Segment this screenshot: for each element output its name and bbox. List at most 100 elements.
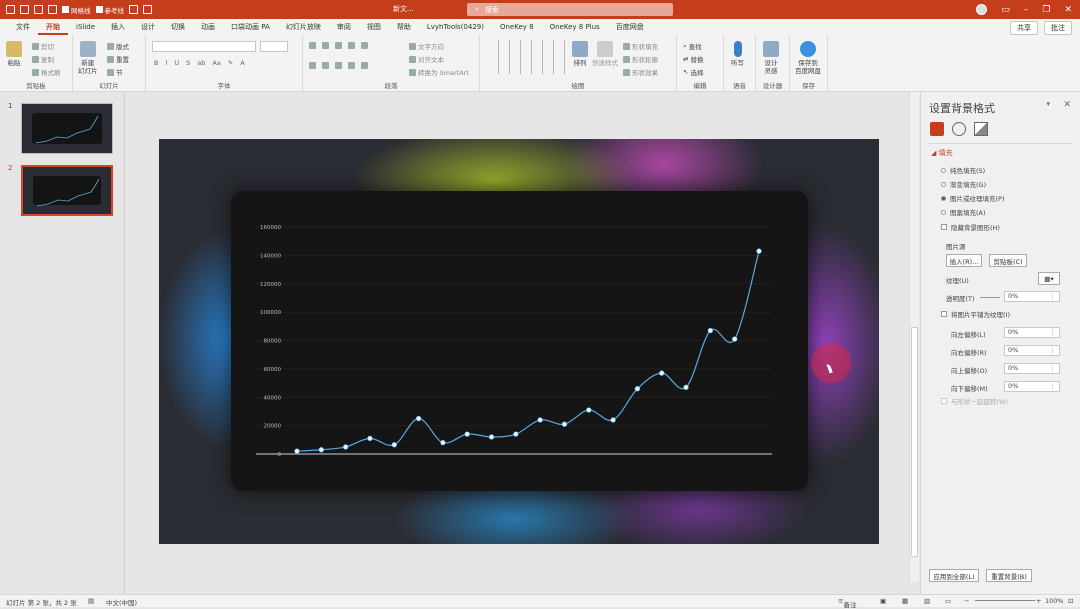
- find-button[interactable]: ⌕ 查找: [683, 41, 702, 52]
- apply-to-all-button[interactable]: 应用到全部(L): [929, 569, 979, 582]
- save-baidu-button[interactable]: 保存到 百度网盘: [795, 41, 821, 75]
- align-right-icon[interactable]: [335, 62, 342, 69]
- zoom-out-icon[interactable]: −: [964, 597, 969, 605]
- slide-thumbnail-2[interactable]: [21, 165, 113, 216]
- offset-input[interactable]: 0%: [1004, 327, 1060, 338]
- slide-thumbnail-1[interactable]: [21, 103, 113, 154]
- fill-icon[interactable]: [930, 122, 944, 136]
- fill-option-0[interactable]: 纯色填充(S): [941, 165, 985, 175]
- fill-option-1[interactable]: 渐变填充(G): [941, 179, 986, 189]
- tab-9[interactable]: 审阅: [329, 19, 359, 35]
- close-icon[interactable]: ✕: [1064, 5, 1072, 15]
- tab-2[interactable]: iSlide: [68, 19, 103, 35]
- font-size-select[interactable]: [260, 41, 288, 52]
- underline-icon[interactable]: U: [174, 59, 179, 67]
- dictate-button[interactable]: 听写: [731, 41, 744, 67]
- zoom-level[interactable]: 100%: [1045, 597, 1064, 605]
- spellcheck-icon[interactable]: ▤: [88, 597, 94, 605]
- tab-15[interactable]: 百度网盘: [608, 19, 652, 35]
- scrollbar-thumb[interactable]: [911, 327, 918, 557]
- effects-icon[interactable]: [952, 122, 966, 136]
- spacing-icon[interactable]: ab: [197, 59, 205, 67]
- transparency-slider[interactable]: [980, 297, 1000, 298]
- numbering-icon[interactable]: [322, 42, 329, 49]
- notes-button[interactable]: ≡ 备注: [838, 597, 856, 609]
- quick-styles-button[interactable]: 快速样式: [592, 41, 618, 67]
- chart-card[interactable]: 0 20000 40000 60000 80000 100000 120000 140000 1…: [231, 191, 808, 491]
- restore-icon[interactable]: ❐: [1042, 5, 1050, 15]
- reset-button[interactable]: 重置: [107, 54, 129, 64]
- font-family-select[interactable]: [152, 41, 256, 52]
- insert-button[interactable]: 插入(R)...: [946, 254, 982, 267]
- cut-button[interactable]: 剪切: [32, 41, 54, 51]
- indent-decrease-icon[interactable]: [335, 42, 342, 49]
- line-spacing-icon[interactable]: [361, 42, 368, 49]
- italic-icon[interactable]: I: [165, 59, 167, 67]
- bold-icon[interactable]: B: [154, 59, 158, 67]
- justify-icon[interactable]: [348, 62, 355, 69]
- minimize-icon[interactable]: –: [1024, 5, 1029, 15]
- tab-0[interactable]: 文件: [8, 19, 38, 35]
- copy-button[interactable]: 复制: [32, 54, 54, 64]
- case-icon[interactable]: Aa: [212, 59, 220, 67]
- tab-1[interactable]: 开始: [38, 19, 68, 35]
- redo-icon[interactable]: [34, 5, 43, 14]
- design-ideas-button[interactable]: 设计 灵感: [763, 41, 779, 75]
- zoom-in-icon[interactable]: +: [1036, 597, 1041, 605]
- tab-10[interactable]: 视图: [359, 19, 389, 35]
- strike-icon[interactable]: S: [186, 59, 190, 67]
- section-button[interactable]: 节: [107, 67, 123, 77]
- tab-13[interactable]: OneKey 8: [492, 19, 542, 35]
- fit-slide-icon[interactable]: ⊡: [1068, 597, 1073, 605]
- arrange-button[interactable]: 排列: [572, 41, 588, 67]
- close-icon[interactable]: ✕: [1063, 100, 1071, 110]
- shape-outline-button[interactable]: 形状轮廓: [623, 54, 658, 64]
- shape-effects-button[interactable]: 形状效果: [623, 67, 658, 77]
- slide-sorter-icon[interactable]: ▦: [902, 597, 908, 605]
- tile-checkbox[interactable]: 将图片平铺为纹理(I): [941, 309, 1010, 319]
- tab-12[interactable]: LvyhTools(0429): [419, 19, 492, 35]
- comment-button[interactable]: 批注: [1044, 21, 1072, 35]
- avatar[interactable]: [976, 4, 988, 15]
- vertical-scrollbar[interactable]: [909, 92, 919, 582]
- font-color-icon[interactable]: A: [240, 59, 244, 67]
- chevron-down-icon[interactable]: ▾: [1046, 100, 1050, 108]
- gridlines-toggle[interactable]: 网格线: [62, 5, 91, 15]
- align-text-button[interactable]: 对齐文本: [409, 54, 444, 64]
- share-button[interactable]: 共享: [1010, 21, 1038, 35]
- fill-option-2[interactable]: 图片或纹理填充(P): [941, 193, 1005, 203]
- guides-toggle[interactable]: 参考线: [95, 5, 124, 15]
- picture-icon[interactable]: [974, 122, 988, 136]
- tab-5[interactable]: 切换: [163, 19, 193, 35]
- select-button[interactable]: ↖ 选择: [683, 67, 703, 77]
- offset-input[interactable]: 0%: [1004, 363, 1060, 374]
- layout-button[interactable]: 版式: [107, 41, 129, 51]
- shape-icon[interactable]: [129, 5, 138, 14]
- present-icon[interactable]: [48, 5, 57, 14]
- undo-icon[interactable]: [20, 5, 29, 14]
- shapes-gallery[interactable]: [490, 40, 565, 74]
- save-icon[interactable]: [6, 5, 15, 14]
- ribbon-display-icon[interactable]: ▭: [1001, 5, 1010, 15]
- format-painter-button[interactable]: 格式刷: [32, 67, 61, 77]
- highlight-icon[interactable]: ✎: [228, 59, 233, 67]
- slide[interactable]: 0 20000 40000 60000 80000 100000 120000 140000 1…: [159, 139, 879, 544]
- fill-section-header[interactable]: ◢ 填充: [931, 148, 953, 158]
- indent-increase-icon[interactable]: [348, 42, 355, 49]
- normal-view-icon[interactable]: ▣: [880, 597, 886, 605]
- text-direction-button[interactable]: 文字方向: [409, 41, 444, 51]
- tab-14[interactable]: OneKey 8 Plus: [542, 19, 608, 35]
- offset-input[interactable]: 0%: [1004, 381, 1060, 392]
- bullets-icon[interactable]: [309, 42, 316, 49]
- paste-button[interactable]: 粘贴: [6, 41, 22, 67]
- tab-7[interactable]: 口袋动画 PA: [223, 19, 278, 35]
- slideshow-icon[interactable]: ▭: [945, 597, 951, 605]
- replace-button[interactable]: ⇄ 替换: [683, 54, 703, 64]
- zoom-slider[interactable]: [975, 600, 1035, 601]
- tab-3[interactable]: 插入: [103, 19, 133, 35]
- language-indicator[interactable]: 中文(中国): [106, 597, 137, 607]
- clipboard-button[interactable]: 剪贴板(C): [989, 254, 1027, 267]
- tab-11[interactable]: 帮助: [389, 19, 419, 35]
- offset-input[interactable]: 0%: [1004, 345, 1060, 356]
- smartart-button[interactable]: 转换为 SmartArt: [409, 67, 469, 77]
